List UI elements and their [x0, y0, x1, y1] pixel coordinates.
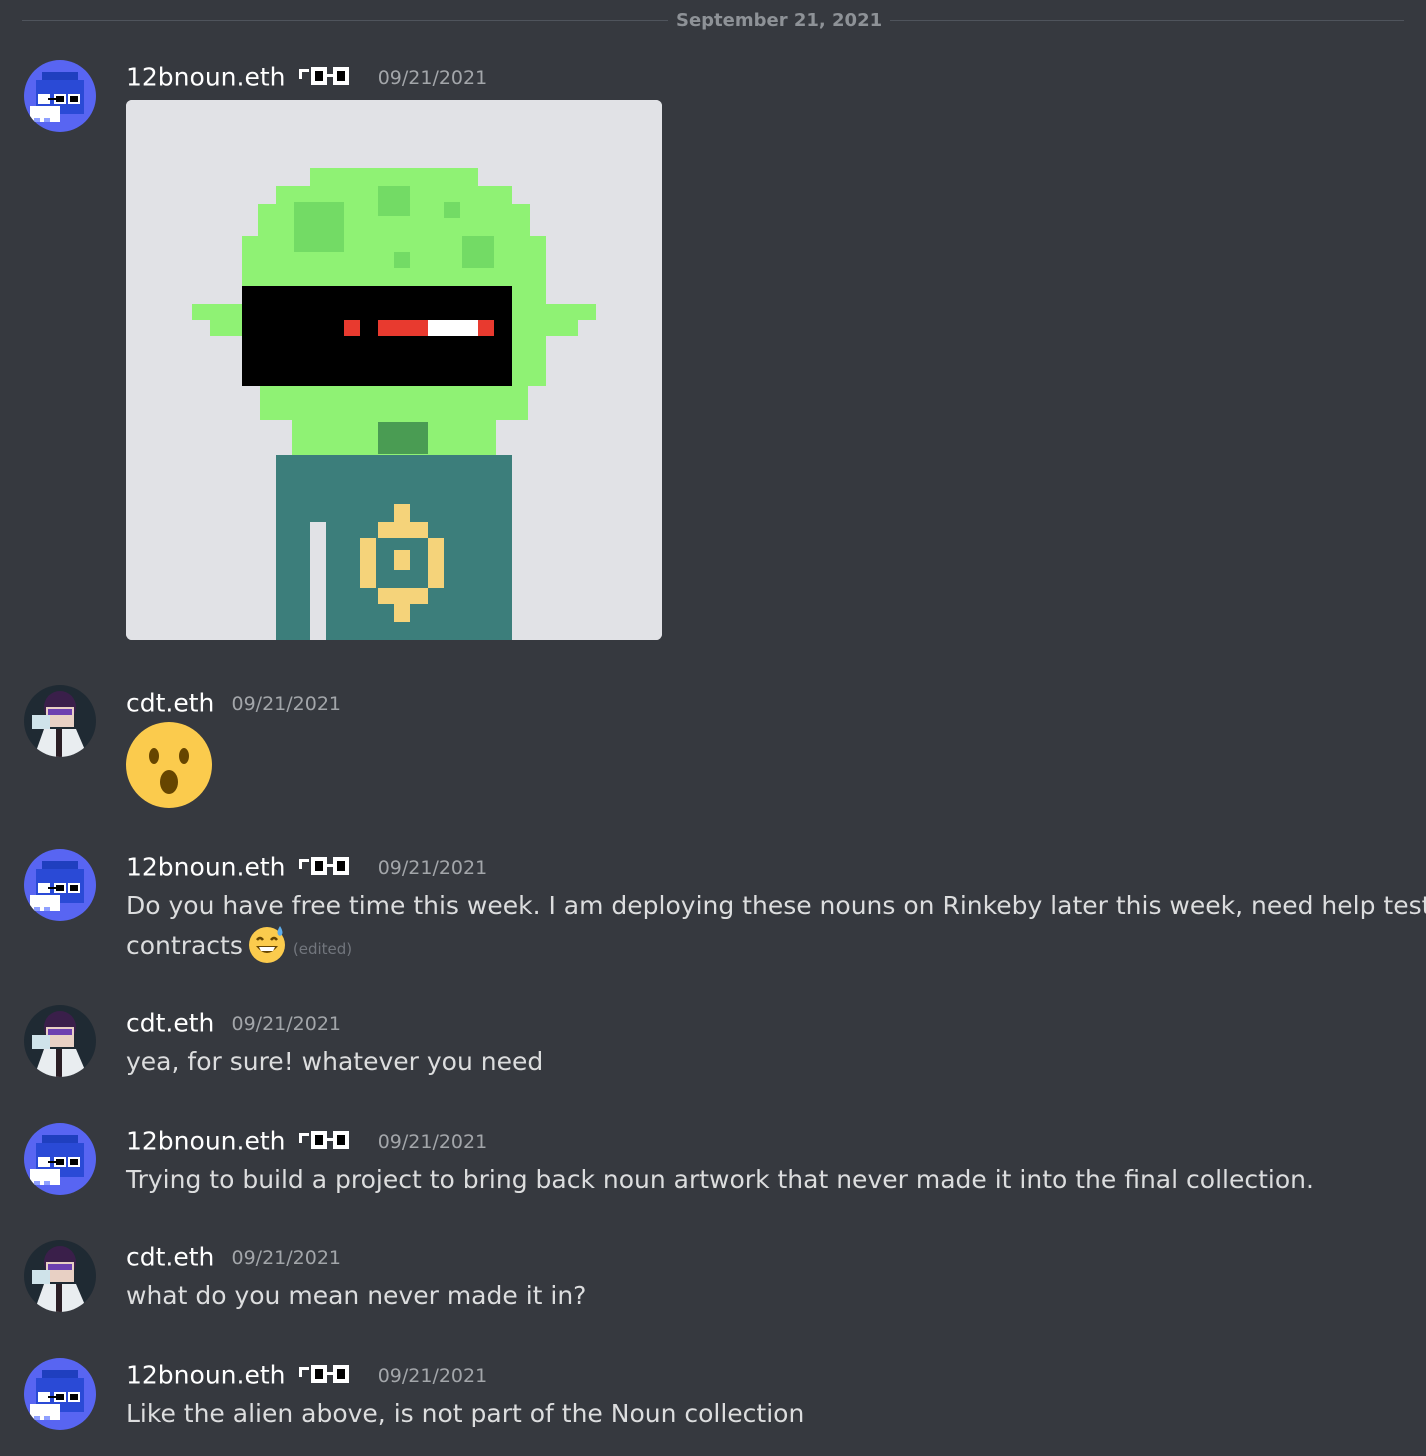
avatar[interactable] [24, 685, 96, 757]
message-text: Like the alien above, is not part of the… [126, 1399, 805, 1428]
noun-avatar-icon [24, 1123, 96, 1195]
noggles-icon [298, 66, 349, 85]
open-mouth-emoji [126, 722, 212, 808]
username[interactable]: 12bnoun.eth [126, 1361, 286, 1390]
noun-avatar-icon [24, 1358, 96, 1430]
avatar[interactable] [24, 1358, 96, 1430]
username[interactable]: 12bnoun.eth [126, 1127, 286, 1156]
alien-noun-image [126, 100, 662, 640]
message-text: Trying to build a project to bring back … [126, 1165, 1314, 1194]
message-text: yea, for sure! whatever you need [126, 1047, 544, 1076]
edited-label: (edited) [292, 940, 353, 958]
timestamp[interactable]: 09/21/2021 [232, 1013, 342, 1035]
username[interactable]: 12bnoun.eth [126, 63, 286, 92]
timestamp[interactable]: 09/21/2021 [232, 693, 342, 715]
noggles-icon [298, 1364, 349, 1383]
noggles-icon [298, 856, 349, 875]
date-divider-label: September 21, 2021 [668, 9, 891, 33]
noggles-icon [298, 1130, 349, 1149]
cdt-avatar-icon [24, 1005, 96, 1077]
noun-avatar-icon [24, 849, 96, 921]
avatar[interactable] [24, 849, 96, 921]
message-text: Do you have free time this week. I am de… [126, 886, 1426, 969]
image-attachment[interactable] [126, 100, 662, 640]
avatar[interactable] [24, 1005, 96, 1077]
cdt-avatar-icon [24, 685, 96, 757]
avatar[interactable] [24, 1240, 96, 1312]
username[interactable]: cdt.eth [126, 1243, 214, 1272]
cdt-avatar-icon [24, 1240, 96, 1312]
avatar[interactable] [24, 1123, 96, 1195]
noun-avatar-icon [24, 60, 96, 132]
avatar[interactable] [24, 60, 96, 132]
timestamp[interactable]: 09/21/2021 [378, 67, 488, 89]
message-text: what do you mean never made it in? [126, 1281, 587, 1310]
timestamp[interactable]: 09/21/2021 [378, 1131, 488, 1153]
message-text-fragment: contracts [126, 931, 243, 960]
message-text-line: contracts (edited) [126, 926, 1396, 969]
username[interactable]: 12bnoun.eth [126, 853, 286, 882]
sweat-smile-emoji [248, 926, 285, 963]
username[interactable]: cdt.eth [126, 689, 214, 718]
message-text-line: Do you have free time this week. I am de… [126, 891, 1426, 920]
timestamp[interactable]: 09/21/2021 [378, 1365, 488, 1387]
timestamp[interactable]: 09/21/2021 [232, 1247, 342, 1269]
username[interactable]: cdt.eth [126, 1009, 214, 1038]
timestamp[interactable]: 09/21/2021 [378, 857, 488, 879]
